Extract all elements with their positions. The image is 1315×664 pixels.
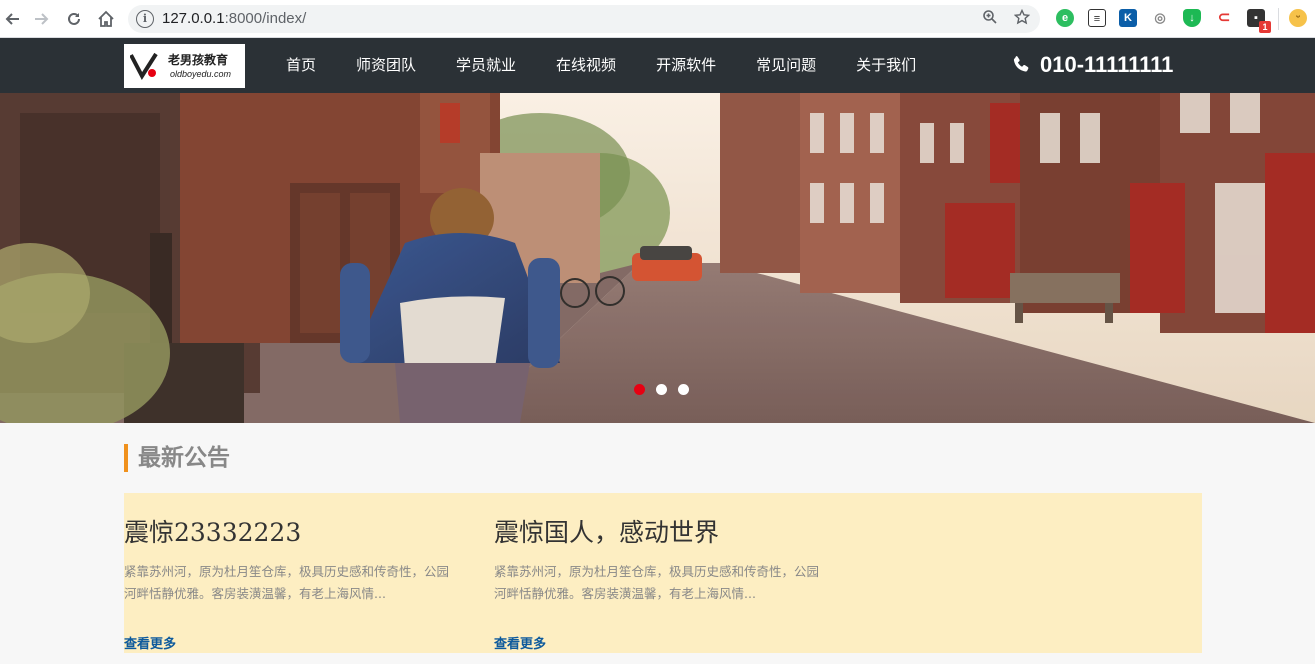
main-menu: 首页 师资团队 学员就业 在线视频 开源软件 常见问题 关于我们 (266, 38, 936, 93)
hero-carousel[interactable] (0, 93, 1315, 423)
phone-number: 010-11111111 (1040, 52, 1174, 77)
zoom-icon[interactable] (980, 9, 1000, 29)
notices-panel: 震惊23332223 紧靠苏州河，原为杜月笙仓库，极具历史感和传奇性，公园河畔恬… (124, 493, 1202, 653)
logo-mark-icon (130, 52, 158, 80)
carousel-dot-2[interactable] (656, 384, 667, 395)
carousel-dot-1[interactable] (634, 384, 645, 395)
logo-text-en: oldboyedu.com (170, 69, 232, 79)
site-info-icon[interactable]: i (136, 10, 154, 28)
site-header: 老男孩教育 oldboyedu.com 首页 师资团队 学员就业 在线视频 开源… (0, 38, 1315, 93)
notice-card: 震惊23332223 紧靠苏州河，原为杜月笙仓库，极具历史感和传奇性，公园河畔恬… (124, 493, 454, 652)
notices-heading: 最新公告 (124, 444, 230, 472)
address-bar[interactable]: i 127.0.0.1:8000/index/ (128, 5, 1040, 33)
menu-item-videos[interactable]: 在线视频 (536, 38, 636, 93)
menu-item-employment[interactable]: 学员就业 (436, 38, 536, 93)
menu-item-teachers[interactable]: 师资团队 (336, 38, 436, 93)
street-photo (0, 93, 1315, 423)
notice-card: 震惊国人，感动世界 紧靠苏州河，原为杜月笙仓库，极具历史感和传奇性，公园河畔恬静… (494, 493, 824, 652)
back-icon[interactable] (0, 7, 24, 31)
menu-item-about[interactable]: 关于我们 (836, 38, 936, 93)
notice-more-link[interactable]: 查看更多 (494, 633, 546, 652)
notice-summary: 紧靠苏州河，原为杜月笙仓库，极具历史感和传奇性，公园河畔恬静优雅。客房装潢温馨，… (494, 564, 820, 601)
weibo-extension-icon[interactable]: ◎ (1151, 9, 1169, 27)
contact-phone: 010-11111111 (1010, 50, 1173, 80)
logo-text-cn: 老男孩教育 (168, 53, 229, 67)
k-extension-icon[interactable]: K (1119, 9, 1137, 27)
menu-item-faq[interactable]: 常见问题 (736, 38, 836, 93)
notification-extension-icon[interactable]: ▪ 1 (1247, 9, 1271, 33)
url-text: 127.0.0.1:8000/index/ (162, 10, 307, 27)
notice-summary: 紧靠苏州河，原为杜月笙仓库，极具历史感和传奇性，公园河畔恬静优雅。客房装潢温馨，… (124, 564, 450, 601)
profile-avatar-icon[interactable]: ᵕ (1289, 9, 1307, 27)
carousel-dot-3[interactable] (678, 384, 689, 395)
site-logo[interactable]: 老男孩教育 oldboyedu.com (124, 44, 245, 88)
reader-extension-icon[interactable]: ≡ (1088, 9, 1106, 27)
carousel-indicators (634, 384, 689, 395)
reload-icon[interactable] (62, 7, 86, 31)
home-icon[interactable] (94, 7, 118, 31)
shield-extension-icon[interactable]: ↓ (1183, 9, 1201, 27)
forward-icon[interactable] (30, 7, 54, 31)
bookmark-star-icon[interactable] (1012, 8, 1032, 29)
menu-item-opensource[interactable]: 开源软件 (636, 38, 736, 93)
notice-title[interactable]: 震惊国人，感动世界 (494, 513, 824, 549)
notice-more-link[interactable]: 查看更多 (124, 633, 176, 652)
browser-toolbar: i 127.0.0.1:8000/index/ e ≡ K ◎ ↓ ⊂ ▪ 1 ᵕ (0, 0, 1315, 38)
notice-title[interactable]: 震惊23332223 (124, 513, 454, 549)
evernote-extension-icon[interactable]: e (1056, 9, 1074, 27)
phone-icon (1013, 56, 1029, 72)
menu-item-home[interactable]: 首页 (266, 38, 336, 93)
c-extension-icon[interactable]: ⊂ (1215, 9, 1233, 27)
toolbar-divider (1278, 8, 1279, 30)
